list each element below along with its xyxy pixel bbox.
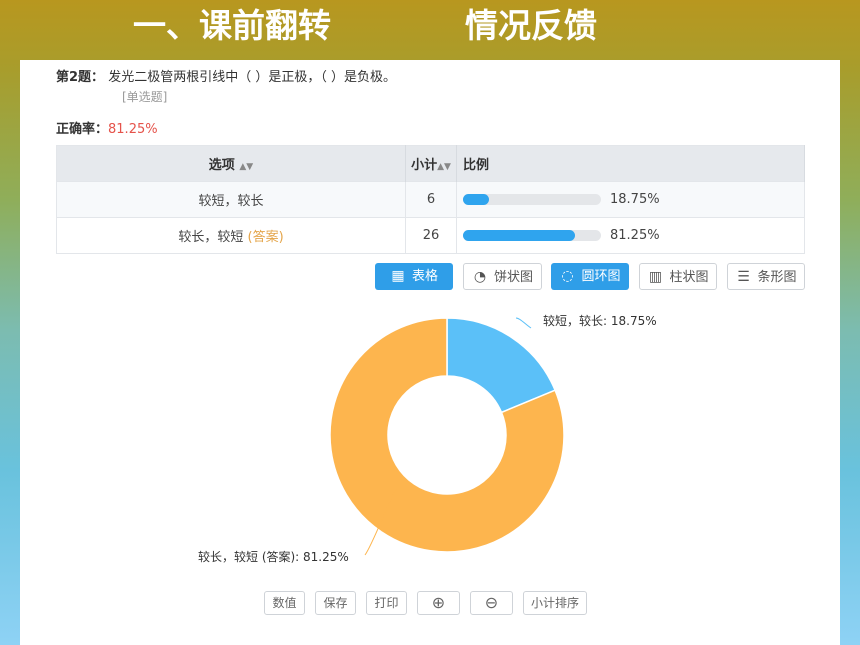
donut-chart xyxy=(329,317,565,556)
title-part-2: 情况反馈 xyxy=(465,6,597,45)
zoom-out-icon: ⊖ xyxy=(484,593,499,612)
zoom-in-icon: ⊕ xyxy=(431,593,446,612)
slice-label: 较短，较长: 18.75% xyxy=(543,314,657,328)
zoom-in-button[interactable]: ⊕ xyxy=(417,591,460,615)
print-button[interactable]: 打印 xyxy=(366,591,407,615)
leader-line xyxy=(515,317,532,329)
save-button[interactable]: 保存 xyxy=(315,591,356,615)
title-part-1: 一、课前翻转 xyxy=(133,6,331,45)
values-button[interactable]: 数值 xyxy=(264,591,305,615)
sort-by-count-button[interactable]: 小计排序 xyxy=(523,591,587,615)
slice-label: 较长，较短 (答案): 81.25% xyxy=(198,550,349,564)
slide-title: 一、课前翻转 情况反馈 xyxy=(0,0,860,52)
survey-panel: 第2题： 发光二极管两根引线中（ ）是正极，（ ）是负极。 [单选题] 正确率：… xyxy=(20,60,840,645)
zoom-out-button[interactable]: ⊖ xyxy=(470,591,513,615)
